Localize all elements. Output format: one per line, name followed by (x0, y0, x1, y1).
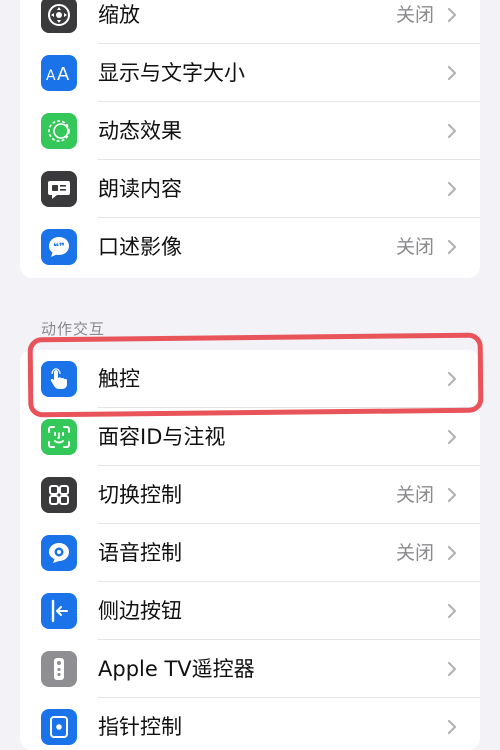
voice-control-icon (41, 535, 77, 571)
audio-description-icon: ❝❞ (41, 229, 77, 265)
chevron-right-icon (448, 546, 456, 560)
settings-row-apple-tv-remote[interactable]: Apple TV遥控器 (20, 640, 480, 698)
row-label: 口述影像 (98, 235, 182, 259)
face-id-icon (41, 419, 77, 455)
chevron-right-icon (448, 240, 456, 254)
chevron-right-icon (448, 124, 456, 138)
apple-tv-remote-icon (41, 651, 77, 687)
side-button-icon (41, 593, 77, 629)
row-label: 切换控制 (98, 483, 182, 507)
chevron-right-icon (448, 488, 456, 502)
chevron-right-icon (448, 372, 456, 386)
chevron-right-icon (448, 720, 456, 734)
chevron-right-icon (448, 604, 456, 618)
svg-text:❝❞: ❝❞ (53, 242, 65, 253)
row-label: 动态效果 (98, 119, 182, 143)
text-size-icon: A A (41, 55, 77, 91)
row-value: 关闭 (395, 542, 434, 564)
switch-control-icon (41, 477, 77, 513)
touch-icon (41, 361, 77, 397)
settings-row-spoken-content[interactable]: 朗读内容 (20, 160, 480, 218)
row-label: 侧边按钮 (98, 599, 182, 623)
settings-group-physical-motor: 触控 面容ID与注视 切换控制 关闭 语音控制 关闭 侧边按钮 Apple TV… (20, 350, 480, 750)
svg-text:A: A (46, 68, 56, 84)
row-label: 朗读内容 (98, 177, 182, 201)
row-label: 指针控制 (98, 715, 182, 739)
row-value: 关闭 (395, 236, 434, 258)
row-label: 面容ID与注视 (98, 425, 226, 449)
settings-row-audio-descriptions[interactable]: ❝❞ 口述影像 关闭 (20, 218, 480, 276)
settings-row-zoom[interactable]: 缩放 关闭 (20, 0, 480, 44)
row-value: 关闭 (395, 484, 434, 506)
motion-icon (41, 113, 77, 149)
settings-row-pointer-control[interactable]: 指针控制 (20, 698, 480, 750)
chevron-right-icon (448, 430, 456, 444)
settings-row-display-text-size[interactable]: A A 显示与文字大小 (20, 44, 480, 102)
chevron-right-icon (448, 662, 456, 676)
settings-row-switch-control[interactable]: 切换控制 关闭 (20, 466, 480, 524)
row-label: 语音控制 (98, 541, 182, 565)
chevron-right-icon (448, 66, 456, 80)
row-label: 触控 (98, 367, 140, 391)
settings-group-vision: 缩放 关闭 A A 显示与文字大小 动态效果 朗读内容 ❝❞ 口述影像 关闭 (20, 0, 480, 278)
settings-page: 缩放 关闭 A A 显示与文字大小 动态效果 朗读内容 ❝❞ 口述影像 关闭 动… (0, 0, 500, 750)
speech-icon (41, 171, 77, 207)
settings-row-motion[interactable]: 动态效果 (20, 102, 480, 160)
pointer-control-icon (41, 709, 77, 745)
settings-row-face-id-attention[interactable]: 面容ID与注视 (20, 408, 480, 466)
svg-text:A: A (57, 64, 70, 84)
row-label: 缩放 (98, 3, 140, 27)
row-label: 显示与文字大小 (98, 61, 245, 85)
settings-row-touch[interactable]: 触控 (20, 350, 480, 408)
row-value: 关闭 (395, 4, 434, 26)
settings-row-voice-control[interactable]: 语音控制 关闭 (20, 524, 480, 582)
zoom-icon (41, 0, 77, 33)
section-header-physical-motor: 动作交互 (41, 320, 106, 338)
row-label: Apple TV遥控器 (98, 657, 255, 681)
settings-row-side-button[interactable]: 侧边按钮 (20, 582, 480, 640)
chevron-right-icon (448, 182, 456, 196)
chevron-right-icon (448, 8, 456, 22)
